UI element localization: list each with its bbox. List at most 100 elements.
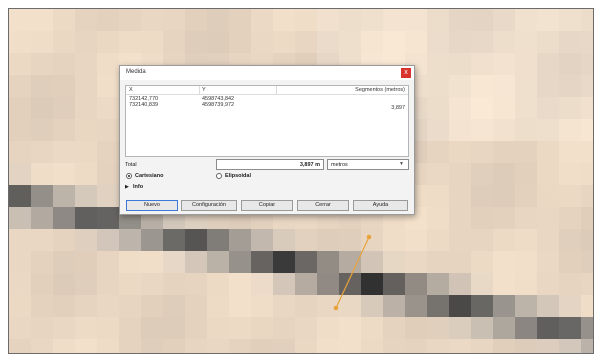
raster-pixel: [493, 141, 515, 163]
dialog-title-bar[interactable]: Medida x: [120, 66, 414, 80]
raster-pixel: [317, 31, 339, 53]
column-header-x[interactable]: X: [129, 87, 133, 93]
column-header-segments[interactable]: Segmentos (metros): [355, 87, 405, 93]
raster-pixel: [97, 9, 119, 31]
raster-pixel: [559, 229, 581, 251]
column-divider: [276, 86, 277, 94]
copy-button[interactable]: Copiar: [241, 200, 293, 211]
raster-pixel: [251, 31, 273, 53]
radio-ellipsoidal[interactable]: [216, 173, 222, 179]
raster-pixel: [163, 295, 185, 317]
raster-pixel: [31, 119, 53, 141]
raster-pixel: [405, 9, 427, 31]
raster-pixel: [559, 141, 581, 163]
raster-pixel: [207, 317, 229, 339]
raster-pixel: [97, 163, 119, 185]
raster-pixel: [185, 31, 207, 53]
raster-pixel: [449, 163, 471, 185]
raster-pixel: [405, 229, 427, 251]
total-value: 3,897 m: [299, 162, 320, 168]
raster-pixel: [75, 207, 97, 229]
raster-pixel: [537, 119, 559, 141]
measure-results-table[interactable]: X Y Segmentos (metros) 732142,770 459874…: [125, 85, 409, 157]
raster-pixel: [295, 31, 317, 53]
raster-pixel: [31, 339, 53, 353]
raster-pixel: [185, 295, 207, 317]
raster-pixel: [295, 229, 317, 251]
raster-pixel: [251, 9, 273, 31]
raster-pixel: [449, 9, 471, 31]
raster-pixel: [97, 317, 119, 339]
raster-pixel: [9, 119, 31, 141]
raster-pixel: [9, 163, 31, 185]
raster-pixel: [493, 251, 515, 273]
raster-pixel: [471, 229, 493, 251]
raster-pixel: [427, 229, 449, 251]
total-field[interactable]: 3,897 m: [216, 159, 324, 170]
raster-pixel: [53, 75, 75, 97]
raster-pixel: [471, 295, 493, 317]
raster-pixel: [229, 339, 251, 353]
raster-pixel: [449, 251, 471, 273]
raster-pixel: [427, 207, 449, 229]
raster-pixel: [251, 229, 273, 251]
raster-pixel: [229, 251, 251, 273]
radio-cartesian[interactable]: [126, 173, 132, 179]
raster-pixel: [53, 251, 75, 273]
raster-pixel: [317, 339, 339, 353]
raster-pixel: [229, 31, 251, 53]
new-button[interactable]: Nuevo: [126, 200, 178, 211]
raster-pixel: [207, 339, 229, 353]
expand-arrow-icon[interactable]: ▶: [125, 184, 129, 190]
units-select[interactable]: metros ▼: [327, 159, 409, 170]
raster-pixel: [493, 31, 515, 53]
radio-ellipsoidal-label[interactable]: Elipsoidal: [225, 173, 251, 179]
raster-pixel: [207, 295, 229, 317]
raster-pixel: [449, 141, 471, 163]
raster-pixel: [251, 273, 273, 295]
raster-pixel: [449, 31, 471, 53]
raster-pixel: [53, 97, 75, 119]
raster-pixel: [581, 339, 593, 353]
raster-pixel: [163, 251, 185, 273]
raster-pixel: [207, 273, 229, 295]
raster-pixel: [31, 97, 53, 119]
raster-pixel: [515, 273, 537, 295]
close-dialog-button[interactable]: Cerrar: [297, 200, 349, 211]
raster-pixel: [119, 339, 141, 353]
raster-pixel: [207, 31, 229, 53]
raster-pixel: [383, 273, 405, 295]
raster-pixel: [339, 317, 361, 339]
raster-pixel: [75, 31, 97, 53]
map-canvas[interactable]: Medida x X Y Segmentos (metros) 732142,7…: [8, 8, 594, 354]
header-separator: [126, 94, 408, 95]
raster-pixel: [119, 229, 141, 251]
raster-pixel: [273, 9, 295, 31]
raster-pixel: [493, 273, 515, 295]
raster-pixel: [471, 273, 493, 295]
raster-pixel: [31, 53, 53, 75]
measure-dialog: Medida x X Y Segmentos (metros) 732142,7…: [119, 65, 415, 215]
raster-pixel: [97, 31, 119, 53]
configuration-button[interactable]: Configuración: [181, 200, 237, 211]
column-header-y[interactable]: Y: [202, 87, 206, 93]
raster-pixel: [427, 53, 449, 75]
raster-pixel: [581, 75, 593, 97]
raster-pixel: [427, 163, 449, 185]
raster-pixel: [405, 273, 427, 295]
raster-pixel: [493, 163, 515, 185]
raster-pixel: [75, 339, 97, 353]
info-toggle-label[interactable]: Info: [133, 184, 143, 190]
close-button[interactable]: x: [401, 68, 411, 78]
radio-cartesian-label[interactable]: Cartesiano: [135, 173, 163, 179]
raster-pixel: [559, 295, 581, 317]
raster-pixel: [119, 9, 141, 31]
raster-pixel: [339, 31, 361, 53]
raster-pixel: [581, 141, 593, 163]
raster-pixel: [559, 163, 581, 185]
raster-pixel: [427, 75, 449, 97]
raster-pixel: [537, 9, 559, 31]
raster-pixel: [449, 119, 471, 141]
raster-pixel: [9, 229, 31, 251]
help-button[interactable]: Ayuda: [353, 200, 408, 211]
